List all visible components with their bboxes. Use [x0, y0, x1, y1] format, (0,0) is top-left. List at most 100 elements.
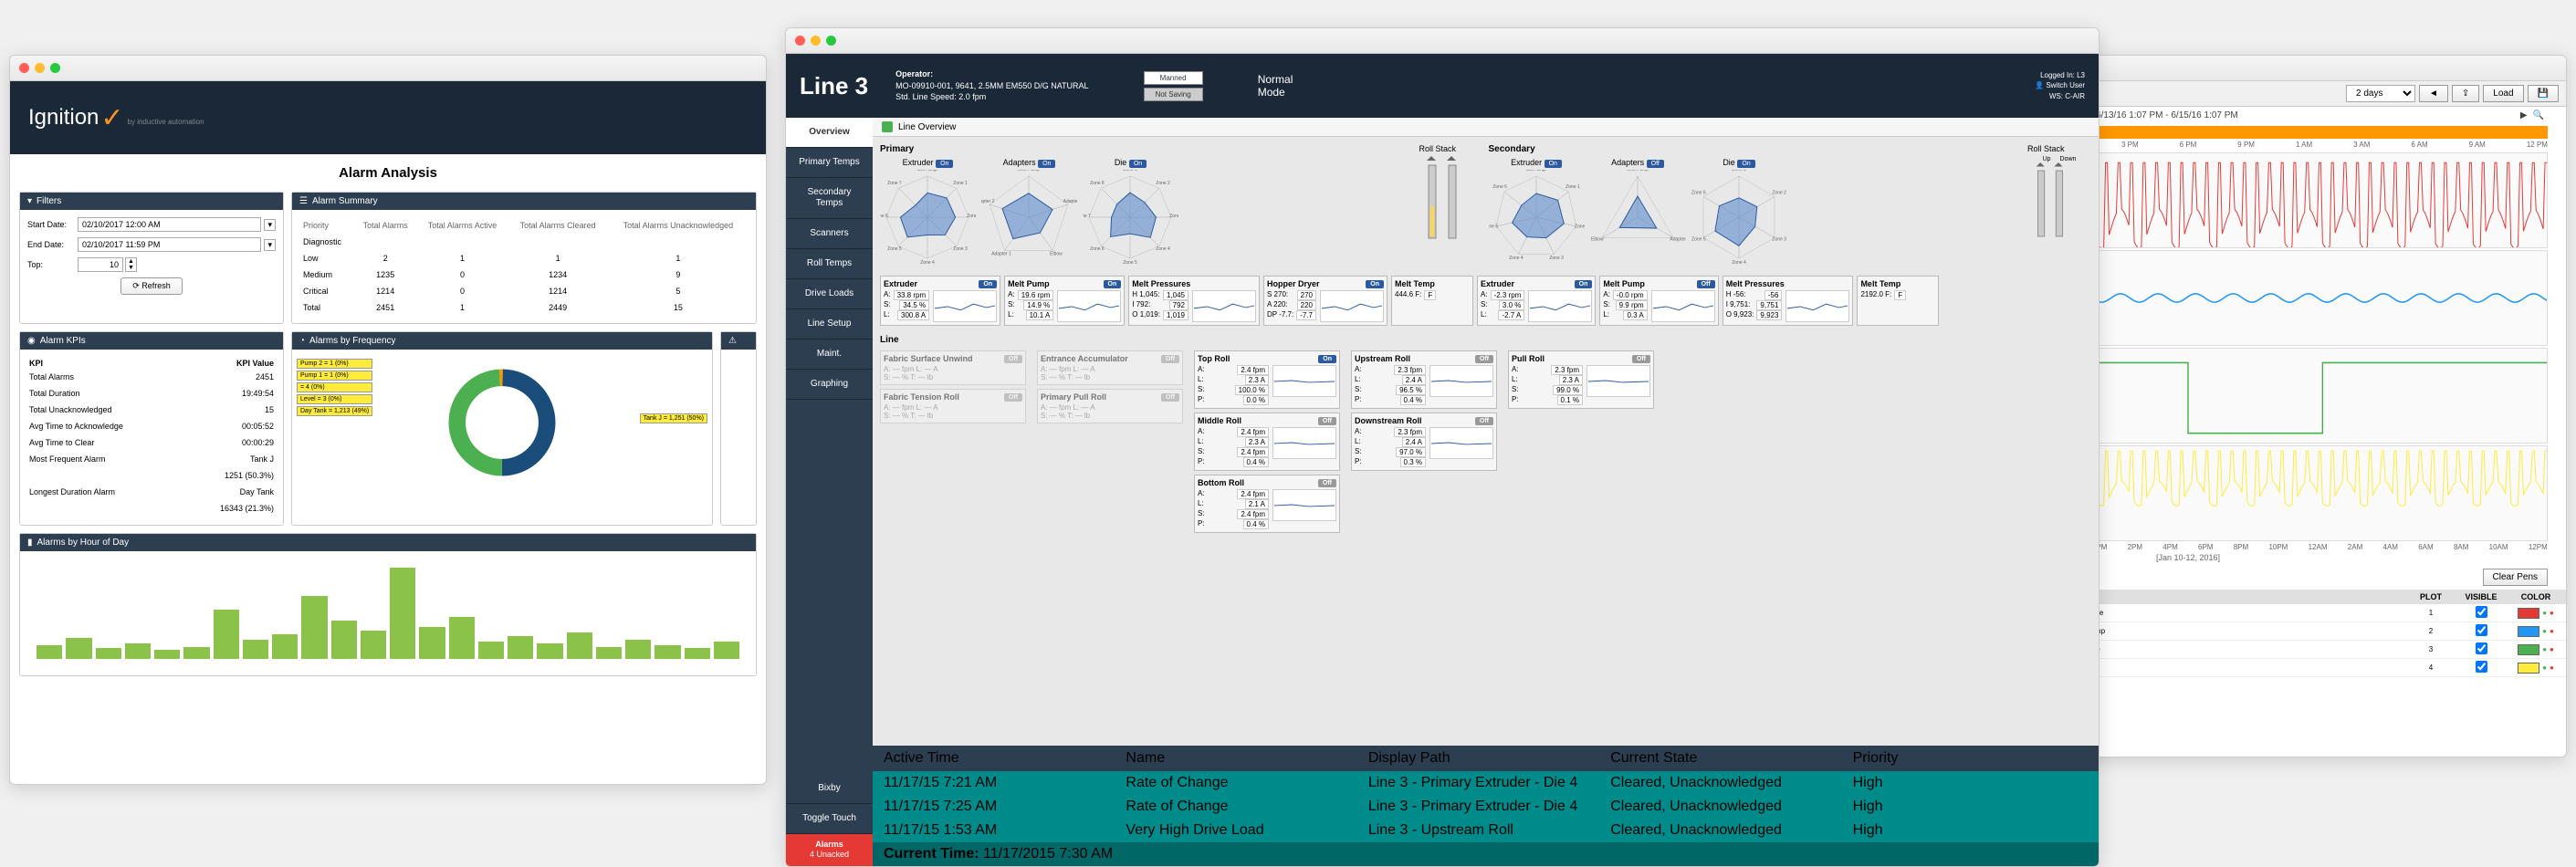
svg-text:Zone 6: Zone 6 [1492, 184, 1507, 190]
maximize-icon[interactable] [50, 63, 60, 73]
nav-primary-temps[interactable]: Primary Temps [786, 148, 873, 178]
svg-text:Elbow: Elbow [1050, 251, 1063, 256]
spinner-icon[interactable]: ▲▼ [125, 257, 137, 272]
pen-plot[interactable]: 2 [2408, 627, 2454, 635]
pen-plot[interactable]: 3 [2408, 645, 2454, 653]
save-button[interactable]: 💾 [2528, 85, 2559, 102]
close-icon[interactable] [19, 63, 29, 73]
pen-visible-checkbox[interactable] [2476, 606, 2487, 618]
summary-table: PriorityTotal AlarmsTotal Alarms ActiveT… [299, 217, 749, 316]
alarm-row[interactable]: 11/17/15 7:25 AMRate of ChangeLine 3 - P… [873, 795, 2099, 819]
minimize-icon[interactable] [35, 63, 45, 73]
roll-entrance-accumulator: Entrance Accumulator Off A: — fpm L: — A… [1037, 350, 1183, 385]
radar-adapters: Adapters On Melt PumpAdapter 3ElbowAdapt… [981, 158, 1077, 270]
play-icon[interactable]: ▶ [2520, 110, 2528, 120]
manned-button[interactable]: Manned [1144, 71, 1203, 85]
alarm-row[interactable]: 11/17/15 1:53 AMVery High Drive LoadLine… [873, 819, 2099, 842]
nav-roll-temps[interactable]: Roll Temps [786, 249, 873, 279]
saving-button[interactable]: Not Saving [1144, 88, 1203, 101]
svg-text:Zone 5: Zone 5 [1691, 237, 1706, 243]
nav-overview[interactable]: Overview [786, 118, 873, 148]
refresh-button[interactable]: ⟳ Refresh [120, 277, 183, 295]
toggle-extruder[interactable]: On [1545, 160, 1562, 168]
titlebar[interactable] [786, 28, 2099, 54]
secondary-label: Secondary [1489, 144, 2023, 154]
pen-edit-icon[interactable]: ● [2542, 627, 2547, 635]
pen-delete-icon[interactable]: ● [2550, 663, 2554, 672]
pen-color-swatch[interactable] [2518, 663, 2539, 674]
alarm-row[interactable]: 11/17/15 7:21 AMRate of ChangeLine 3 - P… [873, 771, 2099, 795]
export-button[interactable]: ⇪ [2452, 85, 2479, 102]
pen-delete-icon[interactable]: ● [2550, 627, 2554, 635]
svg-text:Zone 4: Zone 4 [920, 260, 935, 266]
nav-toggle-touch[interactable]: Toggle Touch [786, 804, 873, 834]
hod-chart [27, 559, 749, 668]
nav-maint.[interactable]: Maint. [786, 339, 873, 370]
pen-visible-checkbox[interactable] [2476, 624, 2487, 636]
pen-plot[interactable]: 4 [2408, 663, 2454, 672]
gauge-toggle[interactable]: On [1575, 280, 1593, 288]
nav-scanners[interactable]: Scanners [786, 219, 873, 249]
prev-button[interactable]: ◄ [2419, 85, 2448, 102]
nav-secondary-temps[interactable]: Secondary Temps [786, 178, 873, 219]
pen-delete-icon[interactable]: ● [2550, 609, 2554, 617]
pen-color-swatch[interactable] [2518, 626, 2539, 637]
roll-toggle[interactable]: On [1318, 355, 1336, 363]
calendar-icon[interactable]: ▾ [264, 239, 276, 251]
primary-label: Primary [880, 144, 1414, 154]
titlebar[interactable] [10, 56, 766, 81]
alarms-badge[interactable]: Alarms4 Unacked [786, 834, 873, 866]
range-select[interactable]: 2 days [2346, 85, 2415, 102]
pen-edit-icon[interactable]: ● [2542, 663, 2547, 672]
kpis-header: ◉ Alarm KPIs [20, 332, 283, 350]
svg-text:Zone 3: Zone 3 [1169, 214, 1178, 219]
svg-text:Zone 6: Zone 6 [1691, 191, 1706, 196]
calendar-icon[interactable]: ▾ [264, 219, 276, 231]
start-date-input[interactable] [78, 217, 261, 232]
pen-edit-icon[interactable]: ● [2542, 645, 2547, 653]
pen-edit-icon[interactable]: ● [2542, 609, 2547, 617]
minimize-icon[interactable] [811, 36, 821, 46]
user-info: Logged In: L3 👤 Switch User WS: C-AIR [2035, 70, 2085, 101]
donut-chart: Pump 2 = 1 (0%)Pump 1 = 1 (0%)= 4 (0%)Le… [292, 350, 712, 496]
toggle-adapters[interactable]: On [1038, 160, 1055, 168]
toggle-die[interactable]: On [1129, 160, 1147, 168]
gauge-melt-temp: Melt Temp 444.6 F:F [1391, 276, 1473, 326]
pen-color-swatch[interactable] [2518, 644, 2539, 655]
nav-line-setup[interactable]: Line Setup [786, 309, 873, 339]
gauge-toggle[interactable]: On [979, 280, 997, 288]
user-icon: 👤 [2035, 81, 2044, 89]
filters-panel: ▾ Filters Start Date: ▾ End Date: ▾ Top: [19, 192, 284, 324]
clear-pens-button[interactable]: Clear Pens [2483, 569, 2548, 586]
gauge-hopper-dryer: Hopper Dryer On S 270:270A 220:220DP -7.… [1263, 276, 1387, 326]
end-date-input[interactable] [78, 237, 261, 252]
pen-visible-checkbox[interactable] [2476, 642, 2487, 654]
toggle-adapters[interactable]: Off [1647, 160, 1664, 168]
switch-user-link[interactable]: 👤 Switch User [2035, 80, 2085, 90]
toggle-die[interactable]: On [1737, 160, 1754, 168]
gauge-toggle[interactable]: On [1104, 280, 1122, 288]
close-icon[interactable] [795, 36, 805, 46]
pen-plot[interactable]: 1 [2408, 609, 2454, 617]
nav-bixby[interactable]: Bixby [786, 774, 873, 804]
pen-visible-checkbox[interactable] [2476, 661, 2487, 673]
nav-drive-loads[interactable]: Drive Loads [786, 279, 873, 309]
svg-text:Zone 4: Zone 4 [1156, 246, 1170, 252]
pen-color-swatch[interactable] [2518, 608, 2539, 619]
nav-graphing[interactable]: Graphing [786, 370, 873, 400]
top-input[interactable] [78, 257, 123, 272]
logo-checkmark-icon: ✓ [100, 102, 123, 134]
roll-primary-pull-roll: Primary Pull Roll Off A: — fpm L: — AS: … [1037, 389, 1183, 423]
refresh-icon: ⟳ [132, 281, 140, 290]
gauge-toggle[interactable]: Off [1697, 280, 1715, 288]
svg-text:Adapter 1: Adapter 1 [991, 251, 1011, 256]
zoom-in-icon[interactable]: 🔍 [2533, 110, 2544, 120]
svg-text:Zone 3: Zone 3 [1772, 237, 1786, 243]
toggle-extruder[interactable]: On [936, 160, 953, 168]
gauge-toggle[interactable]: On [1366, 280, 1384, 288]
load-button[interactable]: Load [2483, 85, 2523, 102]
maximize-icon[interactable] [826, 36, 836, 46]
window-alarm-analysis: Ignition✓ by inductive automation Alarm … [9, 55, 767, 785]
pen-delete-icon[interactable]: ● [2550, 645, 2554, 653]
home-icon[interactable] [882, 121, 893, 132]
